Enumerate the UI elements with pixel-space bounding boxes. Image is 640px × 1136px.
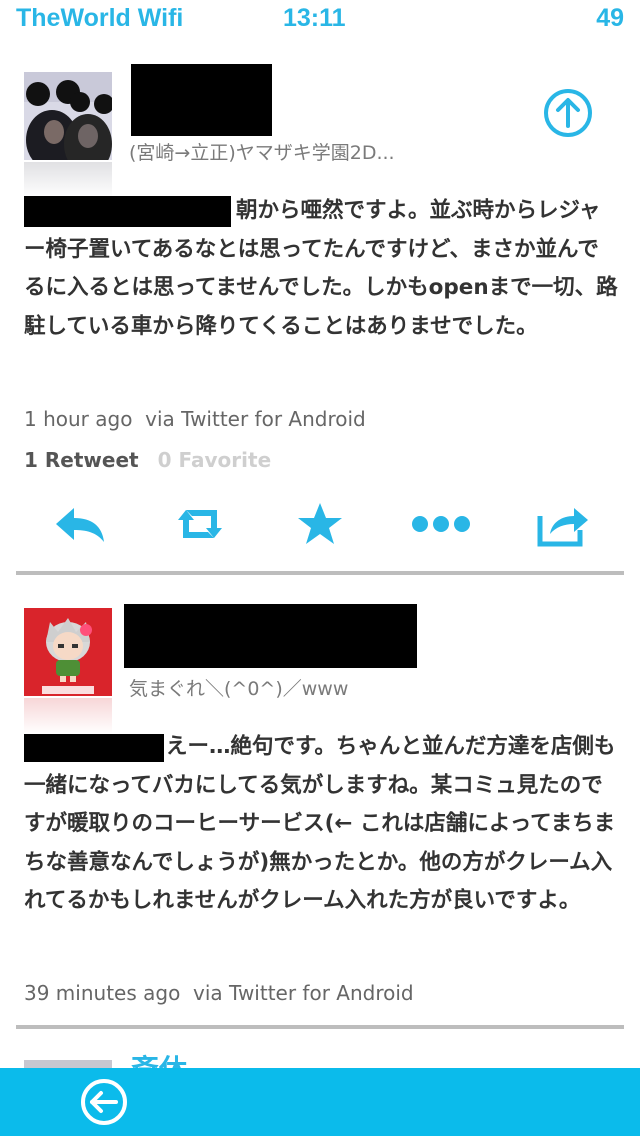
retweet-count[interactable]: 1 Retweet: [24, 448, 139, 472]
reply-icon[interactable]: [52, 500, 108, 548]
carrier-label: TheWorld Wifi: [16, 4, 184, 32]
star-icon[interactable]: [292, 500, 348, 548]
avatar-photo: [24, 72, 112, 160]
more-icon[interactable]: [410, 500, 472, 548]
arrow-left-circle-icon[interactable]: [80, 1078, 128, 1126]
retweet-icon[interactable]: [172, 500, 228, 548]
tweet-meta: 1 hour ago via Twitter for Android: [24, 407, 366, 431]
next-tweet-username: 斎休: [131, 1048, 187, 1068]
favorite-count[interactable]: 0 Favorite: [158, 448, 272, 472]
battery-level: 49: [596, 4, 624, 32]
redacted-username: [124, 604, 417, 668]
user-bio: (宮崎→立正)ヤマザキ学園2D...: [129, 142, 395, 164]
client-source[interactable]: via Twitter for Android: [145, 407, 366, 431]
status-bar: TheWorld Wifi 13:11 49: [0, 0, 640, 44]
avatar-character-image: [24, 608, 112, 696]
clock: 13:11: [283, 4, 346, 32]
time-ago: 39 minutes ago: [24, 981, 181, 1005]
avatar[interactable]: [24, 1060, 112, 1068]
avatar[interactable]: [24, 608, 112, 696]
share-icon[interactable]: [536, 500, 592, 548]
tweet-divider: [16, 1025, 624, 1029]
arrow-up-circle-icon[interactable]: [543, 88, 593, 138]
time-ago: 1 hour ago: [24, 407, 133, 431]
redacted-username: [131, 64, 272, 136]
tweet-divider: [16, 571, 624, 575]
user-bio: 気まぐれ＼(^0^)／www: [129, 678, 349, 700]
tweet-text: えー…絶句です。ちゃんと並んだ方達を店側も一緒になってバカにしてる気がしますね。…: [24, 734, 616, 913]
tweet-text: 朝から唖然ですよ。並ぶ時からレジャー椅子置いてあるなとは思ってたんですけど、まさ…: [24, 198, 618, 339]
client-source[interactable]: via Twitter for Android: [193, 981, 414, 1005]
tweet-counts: 1 Retweet 0 Favorite: [24, 448, 271, 472]
bottom-app-bar: [0, 1068, 640, 1136]
tweet-meta: 39 minutes ago via Twitter for Android: [24, 981, 414, 1005]
avatar[interactable]: [24, 72, 112, 160]
